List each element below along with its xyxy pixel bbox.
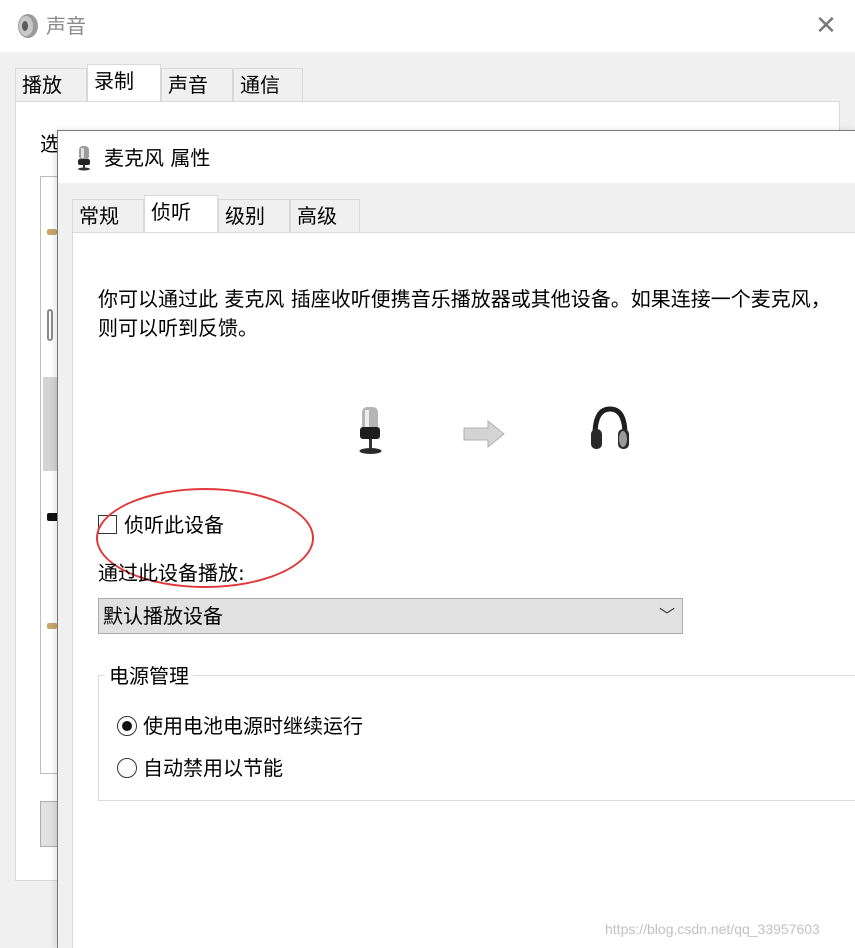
chevron-down-icon[interactable]: ﹀ [659, 604, 675, 628]
microphone-icon [359, 407, 382, 454]
tab-general[interactable]: 常规 [72, 199, 144, 233]
auto-disable-label[interactable]: 自动禁用以节能 [143, 754, 283, 782]
watermark: https://blog.csdn.net/qq_33957603 [605, 921, 820, 937]
playback-device-value: 默认播放设备 [103, 604, 223, 628]
tab-listen[interactable]: 侦听 [144, 195, 218, 233]
microphone-properties-window: 麦克风 属性 常规 侦听 级别 高级 你可以通过此 麦克风 插座收听便携音乐播放… [57, 130, 855, 948]
tab-advanced[interactable]: 高级 [290, 199, 360, 233]
microphone-icon [78, 146, 90, 171]
tab-levels[interactable]: 级别 [218, 199, 290, 233]
radio-selected-dot [122, 721, 132, 731]
auto-disable-radio[interactable] [117, 758, 137, 778]
close-icon[interactable]: ✕ [808, 10, 844, 42]
continue-on-battery-label[interactable]: 使用电池电源时继续运行 [143, 712, 363, 740]
headphones-icon [591, 406, 629, 449]
power-management-group: 电源管理 使用电池电源时继续运行 自动禁用以节能 [98, 662, 855, 801]
device-icon [47, 623, 57, 629]
window-title: 麦克风 属性 [104, 146, 211, 170]
sound-window-titlebar: 声音 ✕ [0, 0, 855, 52]
tab-playback[interactable]: 播放 [15, 68, 87, 102]
arrow-right-icon [463, 419, 505, 449]
tab-recording[interactable]: 录制 [87, 64, 161, 102]
microphone-icon [47, 309, 53, 341]
device-icon [47, 229, 57, 235]
continue-on-battery-radio[interactable] [117, 716, 137, 736]
sound-window-title: 声音 [46, 14, 86, 38]
playback-device-select[interactable]: 默认播放设备 ﹀ [98, 598, 683, 634]
listen-description: 你可以通过此 麦克风 插座收听便携音乐播放器或其他设备。如果连接一个麦克风，则可… [98, 287, 831, 340]
speaker-icon [18, 14, 38, 38]
playback-device-label: 通过此设备播放: [98, 561, 245, 585]
power-management-title: 电源管理 [105, 662, 193, 690]
microphone-properties-titlebar: 麦克风 属性 [58, 131, 855, 183]
tab-sounds[interactable]: 声音 [161, 68, 233, 102]
tab-communications[interactable]: 通信 [233, 68, 303, 102]
